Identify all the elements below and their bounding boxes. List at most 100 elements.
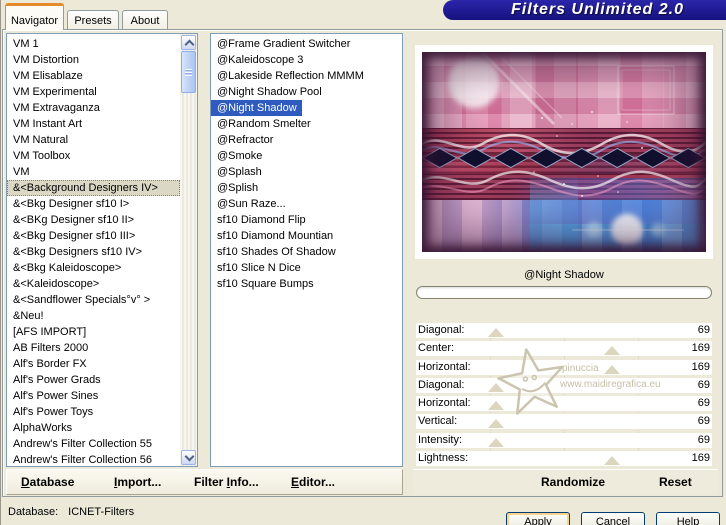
reset-button[interactable]: Reset [659, 470, 692, 494]
slider-label: Center: [418, 342, 455, 355]
filter-list-item[interactable]: @Splash [211, 164, 402, 180]
filter-list-item[interactable]: @Kaleidoscope 3 [211, 52, 402, 68]
category-list-item[interactable]: &<Bkg Designers sf10 IV> [7, 244, 180, 260]
category-list-item[interactable]: Andrew's Filter Collection 55 [7, 436, 180, 452]
slider-label: Horizontal: [418, 360, 471, 373]
category-list-item[interactable]: Alf's Power Toys [7, 404, 180, 420]
category-list-item[interactable]: VM Toolbox [7, 148, 180, 164]
filter-info-button[interactable]: Filter Info... [194, 470, 259, 494]
filter-list-item[interactable]: sf10 Diamond Mountian [211, 228, 402, 244]
randomize-button[interactable]: Randomize [541, 470, 605, 494]
tab-about[interactable]: About [122, 10, 168, 30]
filters-unlimited-window: Filters Unlimited 2.0 Navigator Presets … [0, 0, 726, 525]
category-list: VM 1 VM Distortion VM Elisablaze VM Experim… [6, 33, 198, 467]
filter-list-item[interactable]: @Random Smelter [211, 116, 402, 132]
slider-value: 69 [697, 433, 710, 446]
slider-thumb[interactable] [488, 419, 505, 429]
filter-list-item[interactable]: sf10 Diamond Flip [211, 212, 402, 228]
slider-value: 169 [691, 342, 710, 355]
category-list-item[interactable]: &<BKg Designer sf10 II> [7, 212, 180, 228]
category-list-item[interactable]: Alf's Power Sines [7, 388, 180, 404]
help-button[interactable]: Help [656, 512, 720, 525]
status-value: ICNET-Filters [68, 506, 135, 518]
preview-vignette [422, 52, 706, 252]
category-list-item[interactable]: VM Elisablaze [7, 68, 180, 84]
slider-value: 169 [691, 360, 710, 373]
slider-thumb[interactable] [604, 456, 621, 466]
category-list-item[interactable]: &<Bkg Kaleidoscope> [7, 260, 180, 276]
category-list-item[interactable]: VM 1 [7, 36, 180, 52]
editor-button[interactable]: Editor... [291, 470, 335, 494]
filter-list-item[interactable]: @Refractor [211, 132, 402, 148]
filter-list-item[interactable]: sf10 Square Bumps [211, 276, 402, 292]
filter-list-item[interactable]: @Lakeside Reflection MMMM [211, 68, 402, 84]
category-list-item[interactable]: &<Kaleidoscope> [7, 276, 180, 292]
slider-value: 69 [697, 397, 710, 410]
slider-value: 69 [697, 415, 710, 428]
slider-label: Vertical: [418, 415, 458, 428]
progress-bar [416, 286, 712, 299]
slider-value: 169 [691, 452, 710, 465]
chevron-up-icon [184, 39, 195, 50]
scrollbar-thumb[interactable] [181, 51, 196, 93]
toolbar: Database Import... Filter Info... Editor… [6, 469, 403, 495]
import-button[interactable]: Import... [114, 470, 161, 494]
category-list-item[interactable]: [AFS IMPORT] [7, 324, 180, 340]
slider-thumb[interactable] [488, 328, 505, 337]
toolbar-right: Randomize Reset [413, 469, 718, 495]
filter-list-item[interactable]: sf10 Slice N Dice [211, 260, 402, 276]
tab-presets[interactable]: Presets [67, 10, 119, 30]
tab-navigator[interactable]: Navigator [5, 3, 64, 30]
slider-label: Diagonal: [418, 324, 465, 336]
category-list-item[interactable]: &Neu! [7, 308, 180, 324]
category-list-item[interactable]: AB Filters 2000 [7, 340, 180, 356]
scroll-down-button[interactable] [181, 450, 196, 465]
category-list-item[interactable]: Andrew's Filter Collection 56 [7, 452, 180, 466]
category-list-item[interactable]: VM Experimental [7, 84, 180, 100]
category-list-item[interactable]: &<Background Designers IV> [7, 180, 180, 196]
slider-row[interactable]: Diagonal: 69 [416, 377, 712, 393]
filter-list-item[interactable]: @Frame Gradient Switcher [211, 36, 402, 52]
chevron-down-icon [184, 451, 195, 462]
category-list-item[interactable]: &<Bkg Designer sf10 I> [7, 196, 180, 212]
category-list-item[interactable]: Alf's Power Grads [7, 372, 180, 388]
category-list-item[interactable]: Alf's Border FX [7, 356, 180, 372]
slider-label: Lightness: [418, 452, 469, 465]
slider-row[interactable]: Horizontal: 169 [416, 359, 712, 375]
window-title: Filters Unlimited 2.0 [510, 1, 685, 18]
filter-list-item[interactable]: @Night Shadow [211, 100, 302, 116]
slider-thumb[interactable] [488, 437, 505, 447]
slider-row[interactable]: Intensity: 69 [416, 432, 712, 448]
filter-list: @Frame Gradient Switcher @Kaleidoscope 3 @… [210, 33, 403, 467]
category-list-item[interactable]: VM Distortion [7, 52, 180, 68]
database-button[interactable]: Database [21, 470, 74, 494]
scroll-up-button[interactable] [181, 35, 196, 50]
slider-thumb[interactable] [488, 382, 505, 392]
slider-row[interactable]: Vertical: 69 [416, 414, 712, 430]
title-banner: Filters Unlimited 2.0 [443, 0, 726, 20]
slider-thumb[interactable] [488, 401, 505, 411]
slider-row[interactable]: Horizontal: 69 [416, 396, 712, 412]
filter-list-item[interactable]: sf10 Shades Of Shadow [211, 244, 402, 260]
category-list-item[interactable]: VM Natural [7, 132, 180, 148]
category-list-item[interactable]: &<Bkg Designer sf10 III> [7, 228, 180, 244]
filter-list-item[interactable]: @Smoke [211, 148, 402, 164]
apply-button[interactable]: Apply [506, 512, 570, 525]
slider-value: 69 [697, 324, 710, 336]
slider-thumb[interactable] [604, 364, 621, 374]
category-scrollbar[interactable] [180, 34, 197, 466]
filter-list-item[interactable]: @Sun Raze... [211, 196, 402, 212]
category-list-item[interactable]: VM [7, 164, 180, 180]
category-list-item[interactable]: AlphaWorks [7, 420, 180, 436]
filter-list-item[interactable]: @Splish [211, 180, 402, 196]
status-bar: Database: ICNET-Filters [8, 504, 134, 520]
slider-row[interactable]: Lightness: 169 [416, 451, 712, 467]
slider-row[interactable]: Center: 169 [416, 341, 712, 357]
category-list-item[interactable]: VM Extravaganza [7, 100, 180, 116]
cancel-button[interactable]: Cancel [581, 512, 645, 525]
category-list-item[interactable]: &<Sandflower Specials°v° > [7, 292, 180, 308]
filter-list-item[interactable]: @Night Shadow Pool [211, 84, 402, 100]
slider-thumb[interactable] [604, 346, 621, 356]
slider-row[interactable]: Diagonal: 69 [416, 323, 712, 338]
category-list-item[interactable]: VM Instant Art [7, 116, 180, 132]
